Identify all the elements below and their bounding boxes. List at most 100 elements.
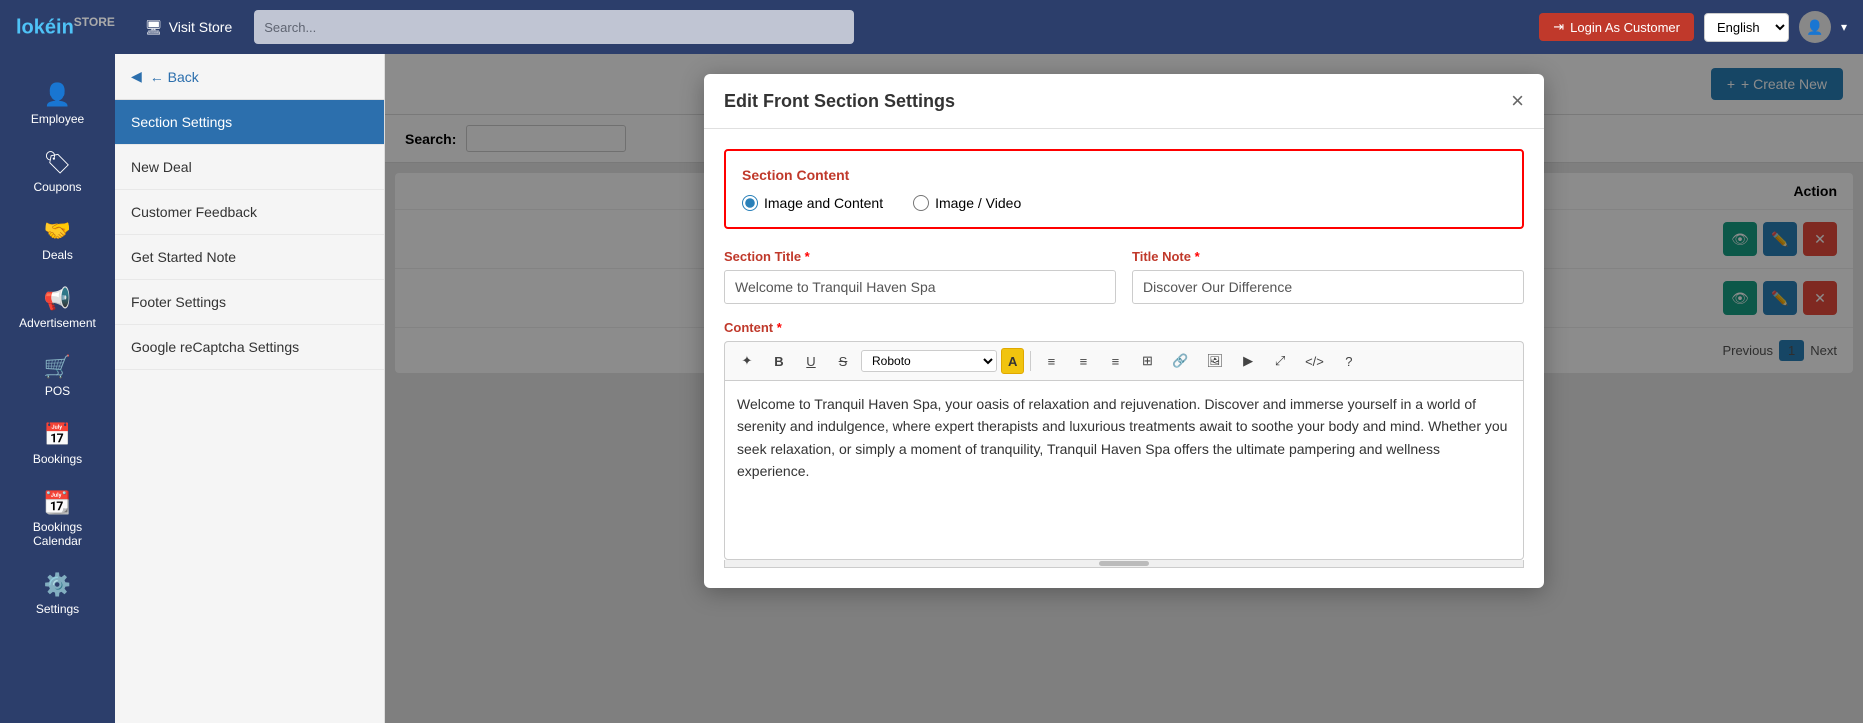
sidebar-item-bookings-calendar[interactable]: 📆 Bookings Calendar [0, 478, 115, 560]
modal-close-button[interactable]: × [1511, 90, 1524, 112]
sidebar-item-label: Bookings Calendar [8, 520, 107, 548]
content-area: ◀ ← Back Section Settings New Deal Custo… [115, 54, 1863, 723]
toolbar-underline-button[interactable]: U [797, 348, 825, 374]
radio-image-content-label: Image and Content [764, 195, 883, 211]
sidebar-item-label: Settings [36, 602, 79, 616]
main-panel: + + Create New Search: Action 👁 ✏️ [385, 54, 1863, 723]
toolbar-bold-button[interactable]: B [765, 348, 793, 374]
toolbar-table-button[interactable]: ⊞ [1133, 348, 1161, 374]
sidebar-item-label: Coupons [33, 180, 81, 194]
sidebar-item-advertisement[interactable]: 📢 Advertisement [0, 274, 115, 342]
sidebar-item-label: Advertisement [19, 316, 96, 330]
title-note-label-text: Title Note [1132, 249, 1191, 264]
editor-content-text: Welcome to Tranquil Haven Spa, your oasi… [737, 396, 1507, 479]
logo-store: STORE [74, 15, 115, 29]
toolbar-code-button[interactable]: </> [1298, 348, 1331, 374]
toolbar-fullscreen-button[interactable]: ⤢ [1266, 348, 1294, 374]
radio-image-video-input[interactable] [913, 195, 929, 211]
sidebar-item-pos[interactable]: 🛒 POS [0, 342, 115, 410]
editor-scrollbar [724, 560, 1524, 568]
login-as-customer-label: Login As Customer [1570, 20, 1680, 35]
modal-title: Edit Front Section Settings [724, 91, 955, 112]
title-note-label: Title Note * [1132, 249, 1524, 264]
sidebar-item-coupons[interactable]: 🏷 Coupons [0, 138, 115, 206]
radio-group-section-content: Image and Content Image / Video [742, 195, 1506, 211]
bookings-icon: 📅 [44, 422, 71, 448]
toolbar-align-button[interactable]: ≡ [1101, 348, 1129, 374]
sidebar-item-get-started-note[interactable]: Get Started Note [115, 235, 384, 280]
coupon-icon: 🏷 [44, 150, 72, 176]
radio-image-content[interactable]: Image and Content [742, 195, 883, 211]
toolbar-font-select[interactable]: Roboto Arial Times New Roman [861, 350, 997, 372]
sidebar-item-customer-feedback-label: Customer Feedback [131, 204, 257, 220]
modal: Edit Front Section Settings × Section Co… [704, 74, 1544, 588]
employee-icon: 👤 [44, 82, 71, 108]
sidebar-item-new-deal-label: New Deal [131, 159, 192, 175]
radio-image-content-input[interactable] [742, 195, 758, 211]
title-note-input[interactable] [1132, 270, 1524, 304]
toolbar-media-button[interactable]: ▶ [1234, 348, 1262, 374]
sidebar-item-label: Deals [42, 248, 73, 262]
avatar: 👤 [1799, 11, 1831, 43]
form-group-title-note: Title Note * [1132, 249, 1524, 304]
radio-image-video-label: Image / Video [935, 195, 1021, 211]
content-editor-group: Content * ✦ B U S Roboto Arial Time [724, 320, 1524, 568]
back-button[interactable]: ◀ ← Back [115, 54, 384, 100]
language-select[interactable]: English Spanish French [1704, 13, 1789, 42]
toolbar-separator [1030, 351, 1031, 371]
left-panel: ◀ ← Back Section Settings New Deal Custo… [115, 54, 385, 723]
settings-icon: ⚙️ [44, 572, 71, 598]
editor-toolbar: ✦ B U S Roboto Arial Times New Roman A [724, 341, 1524, 380]
modal-header: Edit Front Section Settings × [704, 74, 1544, 129]
sidebar-item-settings[interactable]: ⚙️ Settings [0, 560, 115, 628]
monitor-icon: 🖥 [145, 19, 163, 36]
top-nav: lokéinSTORE 🖥 Visit Store ⇥ Login As Cus… [0, 0, 1863, 54]
section-title-label: Section Title * [724, 249, 1116, 264]
toolbar-ordered-list-button[interactable]: ≡ [1069, 348, 1097, 374]
visit-store-label: Visit Store [169, 19, 233, 35]
logo-brand: lokéin [16, 16, 74, 38]
sidebar-item-section-settings[interactable]: Section Settings [115, 100, 384, 145]
toolbar-help-button[interactable]: ? [1335, 348, 1363, 374]
back-label: ← Back [150, 69, 199, 85]
sidebar-item-footer-settings-label: Footer Settings [131, 294, 226, 310]
sidebar-item-employee[interactable]: 👤 Employee [0, 70, 115, 138]
main-layout: 👤 Employee 🏷 Coupons 🤝 Deals 📢 Advertise… [0, 54, 1863, 723]
login-as-customer-button[interactable]: ⇥ Login As Customer [1539, 13, 1694, 41]
bookings-calendar-icon: 📆 [44, 490, 71, 516]
section-title-label-text: Section Title [724, 249, 801, 264]
sidebar-item-customer-feedback[interactable]: Customer Feedback [115, 190, 384, 235]
toolbar-highlight-button[interactable]: A [1001, 348, 1024, 374]
sidebar: 👤 Employee 🏷 Coupons 🤝 Deals 📢 Advertise… [0, 54, 115, 723]
search-bar [254, 10, 854, 44]
section-content-box: Section Content Image and Content Image … [724, 149, 1524, 229]
sidebar-item-footer-settings[interactable]: Footer Settings [115, 280, 384, 325]
modal-body: Section Content Image and Content Image … [704, 129, 1544, 588]
toolbar-magic-button[interactable]: ✦ [733, 348, 761, 374]
scrollbar-thumb [1099, 561, 1149, 566]
toolbar-image-button[interactable]: 🖼 [1200, 348, 1231, 374]
editor-content[interactable]: Welcome to Tranquil Haven Spa, your oasi… [724, 380, 1524, 560]
toolbar-unordered-list-button[interactable]: ≡ [1037, 348, 1065, 374]
toolbar-link-button[interactable]: 🔗 [1165, 348, 1195, 374]
visit-store-button[interactable]: 🖥 Visit Store [135, 13, 242, 42]
sidebar-item-new-deal[interactable]: New Deal [115, 145, 384, 190]
sidebar-item-label: Bookings [33, 452, 82, 466]
modal-overlay: Edit Front Section Settings × Section Co… [385, 54, 1863, 723]
content-label: Content * [724, 320, 1524, 335]
form-row-titles: Section Title * Title Note * [724, 249, 1524, 304]
sidebar-item-deals[interactable]: 🤝 Deals [0, 206, 115, 274]
sidebar-item-bookings[interactable]: 📅 Bookings [0, 410, 115, 478]
toolbar-strikethrough-button[interactable]: S [829, 348, 857, 374]
login-icon: ⇥ [1553, 19, 1564, 35]
logo: lokéinSTORE [16, 15, 115, 40]
deals-icon: 🤝 [44, 218, 71, 244]
radio-image-video[interactable]: Image / Video [913, 195, 1021, 211]
section-title-input[interactable] [724, 270, 1116, 304]
content-label-text: Content [724, 320, 773, 335]
sidebar-item-recaptcha[interactable]: Google reCaptcha Settings [115, 325, 384, 370]
search-input[interactable] [264, 20, 844, 35]
advertisement-icon: 📢 [44, 286, 71, 312]
section-content-label: Section Content [742, 167, 1506, 183]
sidebar-item-get-started-note-label: Get Started Note [131, 249, 236, 265]
